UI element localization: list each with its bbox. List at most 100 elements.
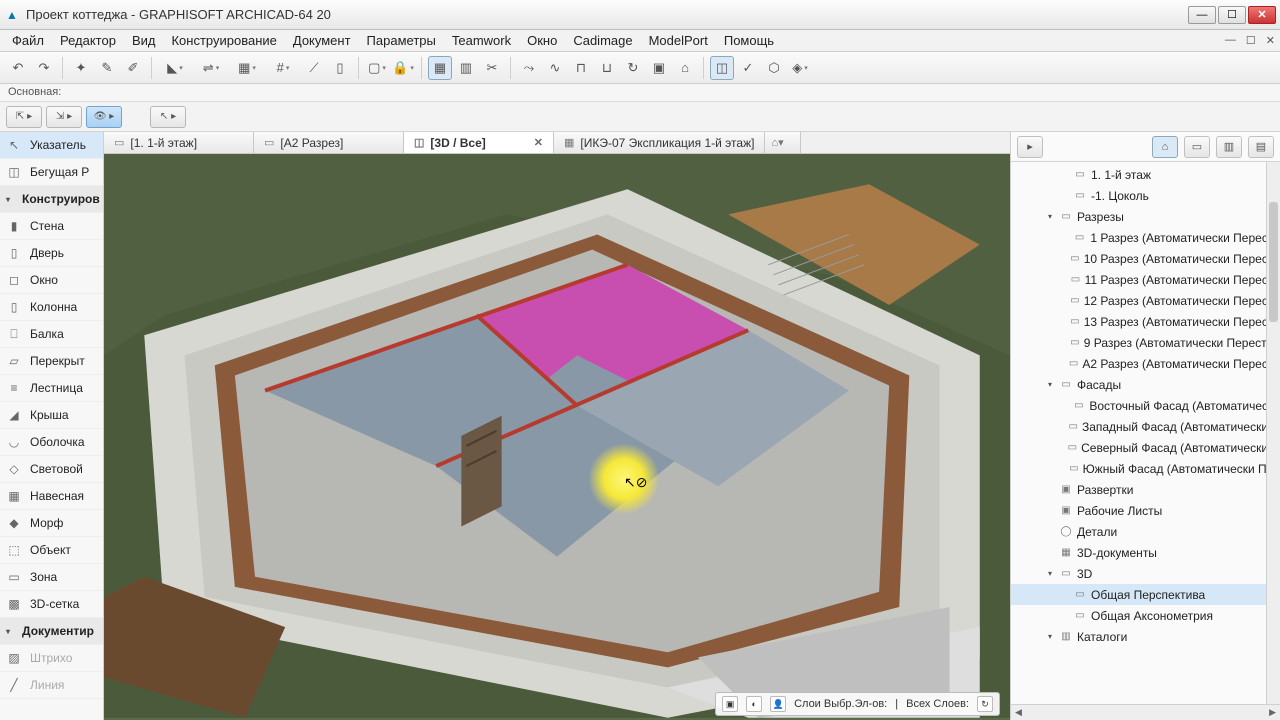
wand-button[interactable]: ✎ [95,56,119,80]
section-document[interactable]: Документир [0,618,103,645]
3d-viewport[interactable]: ↖⊘ ▣ ◐ 👤 Слои Выбр.Эл-ов: | Всех Слоев: … [104,154,1010,720]
redo-button[interactable]: ↷ [32,56,56,80]
trace-button[interactable]: ▦ [428,56,452,80]
tool-stair[interactable]: ≡Лестница [0,375,103,402]
tab-close-icon[interactable]: ✕ [534,136,543,149]
a1-button[interactable]: ⊓ [569,56,593,80]
tool-line[interactable]: ╱Линия [0,672,103,699]
tool-marquee[interactable]: ◫Бегущая Р [0,159,103,186]
tool-object[interactable]: ⬚Объект [0,537,103,564]
home-button[interactable]: ⌂ [673,56,697,80]
sub-eye[interactable]: 👁 ▸ [86,106,122,128]
suspend-button[interactable]: ⤳ [517,56,541,80]
layer-drop[interactable]: ▢ [365,56,389,80]
tree-node[interactable]: ▭13 Разрез (Автоматически Перестр [1011,311,1280,332]
tree-node[interactable]: ▭Северный Фасад (Автоматически П [1011,437,1280,458]
sub-cursor[interactable]: ↖ ▸ [150,106,186,128]
inject-button[interactable]: ✐ [121,56,145,80]
tree-node[interactable]: ▭Западный Фасад (Автоматически П [1011,416,1280,437]
tool-shell[interactable]: ◡Оболочка [0,429,103,456]
tree-node[interactable]: ▭Общая Аксонометрия [1011,605,1280,626]
grid-drop[interactable]: ▦ [230,56,264,80]
mdi-min[interactable]: — [1222,34,1239,47]
cut-button[interactable]: ✂ [480,56,504,80]
tree-node[interactable]: ▭-1. Цоколь [1011,185,1280,206]
menu-view[interactable]: Вид [124,31,164,50]
tab-3d[interactable]: ◫[3D / Все]✕ [404,132,554,153]
ruler-button[interactable]: ⟋ [302,56,326,80]
tree-node[interactable]: ▭Южный Фасад (Автоматически Пер [1011,458,1280,479]
tool-morph[interactable]: ◆Морф [0,510,103,537]
tree-scrollbar[interactable] [1266,162,1280,704]
tool-zone[interactable]: ▭Зона [0,564,103,591]
tree-node[interactable]: ▣Рабочие Листы [1011,500,1280,521]
menu-teamwork[interactable]: Teamwork [444,31,519,50]
tree-node[interactable]: ▭1 Разрез (Автоматически Перестр [1011,227,1280,248]
mdi-max[interactable]: ☐ [1243,34,1259,47]
qo-3[interactable]: 👤 [770,696,786,712]
minimize-button[interactable]: — [1188,6,1216,24]
maximize-button[interactable]: ☐ [1218,6,1246,24]
a2-button[interactable]: ⊔ [595,56,619,80]
tree-node[interactable]: ▾▭Разрезы [1011,206,1280,227]
a3-button[interactable]: ↻ [621,56,645,80]
tree-node[interactable]: ▭1. 1-й этаж [1011,164,1280,185]
tab-section[interactable]: ▭[А2 Разрез] [254,132,404,153]
tree-node[interactable]: ▾▭3D [1011,563,1280,584]
close-button[interactable]: ✕ [1248,6,1276,24]
tree-node[interactable]: ◯Детали [1011,521,1280,542]
menu-document[interactable]: Документ [285,31,359,50]
menu-cadimage[interactable]: Cadimage [565,31,640,50]
tree-node[interactable]: ▾▭Фасады [1011,374,1280,395]
tree-node[interactable]: ▭10 Разрез (Автоматически Перестр [1011,248,1280,269]
tree-node[interactable]: ▭А2 Разрез (Автоматически Перестр [1011,353,1280,374]
nav-mode-view[interactable]: ▭ [1184,136,1210,158]
measure-button[interactable]: ▥ [454,56,478,80]
tool-window[interactable]: ◻Окно [0,267,103,294]
undo-button[interactable]: ↶ [6,56,30,80]
tool-wall[interactable]: ▮Стена [0,213,103,240]
qo-2[interactable]: ◐ [746,696,762,712]
tool-door[interactable]: ▯Дверь [0,240,103,267]
tree-node[interactable]: ▭Общая Перспектива [1011,584,1280,605]
tool-beam[interactable]: ⎕Балка [0,321,103,348]
edit-mode-button[interactable]: ◫ [710,56,734,80]
tool-curtain[interactable]: ▦Навесная [0,483,103,510]
tab-schedule[interactable]: ▦[ИКЭ-07 Экспликация 1-й этаж] [554,132,765,153]
tree-node[interactable]: ▭Восточный Фасад (Автоматически [1011,395,1280,416]
menu-window[interactable]: Окно [519,31,565,50]
snap-drop[interactable]: ⇌ [194,56,228,80]
sub-arrow2[interactable]: ⇲ ▸ [46,106,82,128]
section-design[interactable]: Конструиров [0,186,103,213]
tool-pointer[interactable]: ↖Указатель [0,132,103,159]
tool-skylight[interactable]: ◇Световой [0,456,103,483]
qo-refresh[interactable]: ↻ [977,696,993,712]
tree-node[interactable]: ▭9 Разрез (Автоматически Перестро [1011,332,1280,353]
qo-1[interactable]: ▣ [722,696,738,712]
tree-hscroll[interactable]: ◀▶ [1011,704,1280,720]
path-button[interactable]: ∿ [543,56,567,80]
tree-node[interactable]: ▾▥Каталоги [1011,626,1280,647]
pick-button[interactable]: ✦ [69,56,93,80]
tool-hatch[interactable]: ▨Штрихо [0,645,103,672]
cursor-mode[interactable]: ▯ [328,56,352,80]
tool-roof[interactable]: ◢Крыша [0,402,103,429]
cloud-button[interactable]: ⬡ [762,56,786,80]
tab-floor[interactable]: ▭[1. 1-й этаж] [104,132,254,153]
tab-more[interactable]: ⌂▾ [765,132,801,153]
link-button[interactable]: ✓ [736,56,760,80]
tree-node[interactable]: ▣Развертки [1011,479,1280,500]
sub-arrow1[interactable]: ⇱ ▸ [6,106,42,128]
angle-drop[interactable]: ◣ [158,56,192,80]
nav-mode-publisher[interactable]: ▤ [1248,136,1274,158]
nav-mode-project[interactable]: ⌂ [1152,136,1178,158]
menu-file[interactable]: Файл [4,31,52,50]
grid2-drop[interactable]: # [266,56,300,80]
a4-button[interactable]: ▣ [647,56,671,80]
menu-design[interactable]: Конструирование [163,31,284,50]
mdi-close[interactable]: ✕ [1263,34,1278,47]
menu-editor[interactable]: Редактор [52,31,124,50]
render-drop[interactable]: ◈ [788,56,812,80]
tool-column[interactable]: ▯Колонна [0,294,103,321]
tree-node[interactable]: ▭11 Разрез (Автоматически Перестр [1011,269,1280,290]
